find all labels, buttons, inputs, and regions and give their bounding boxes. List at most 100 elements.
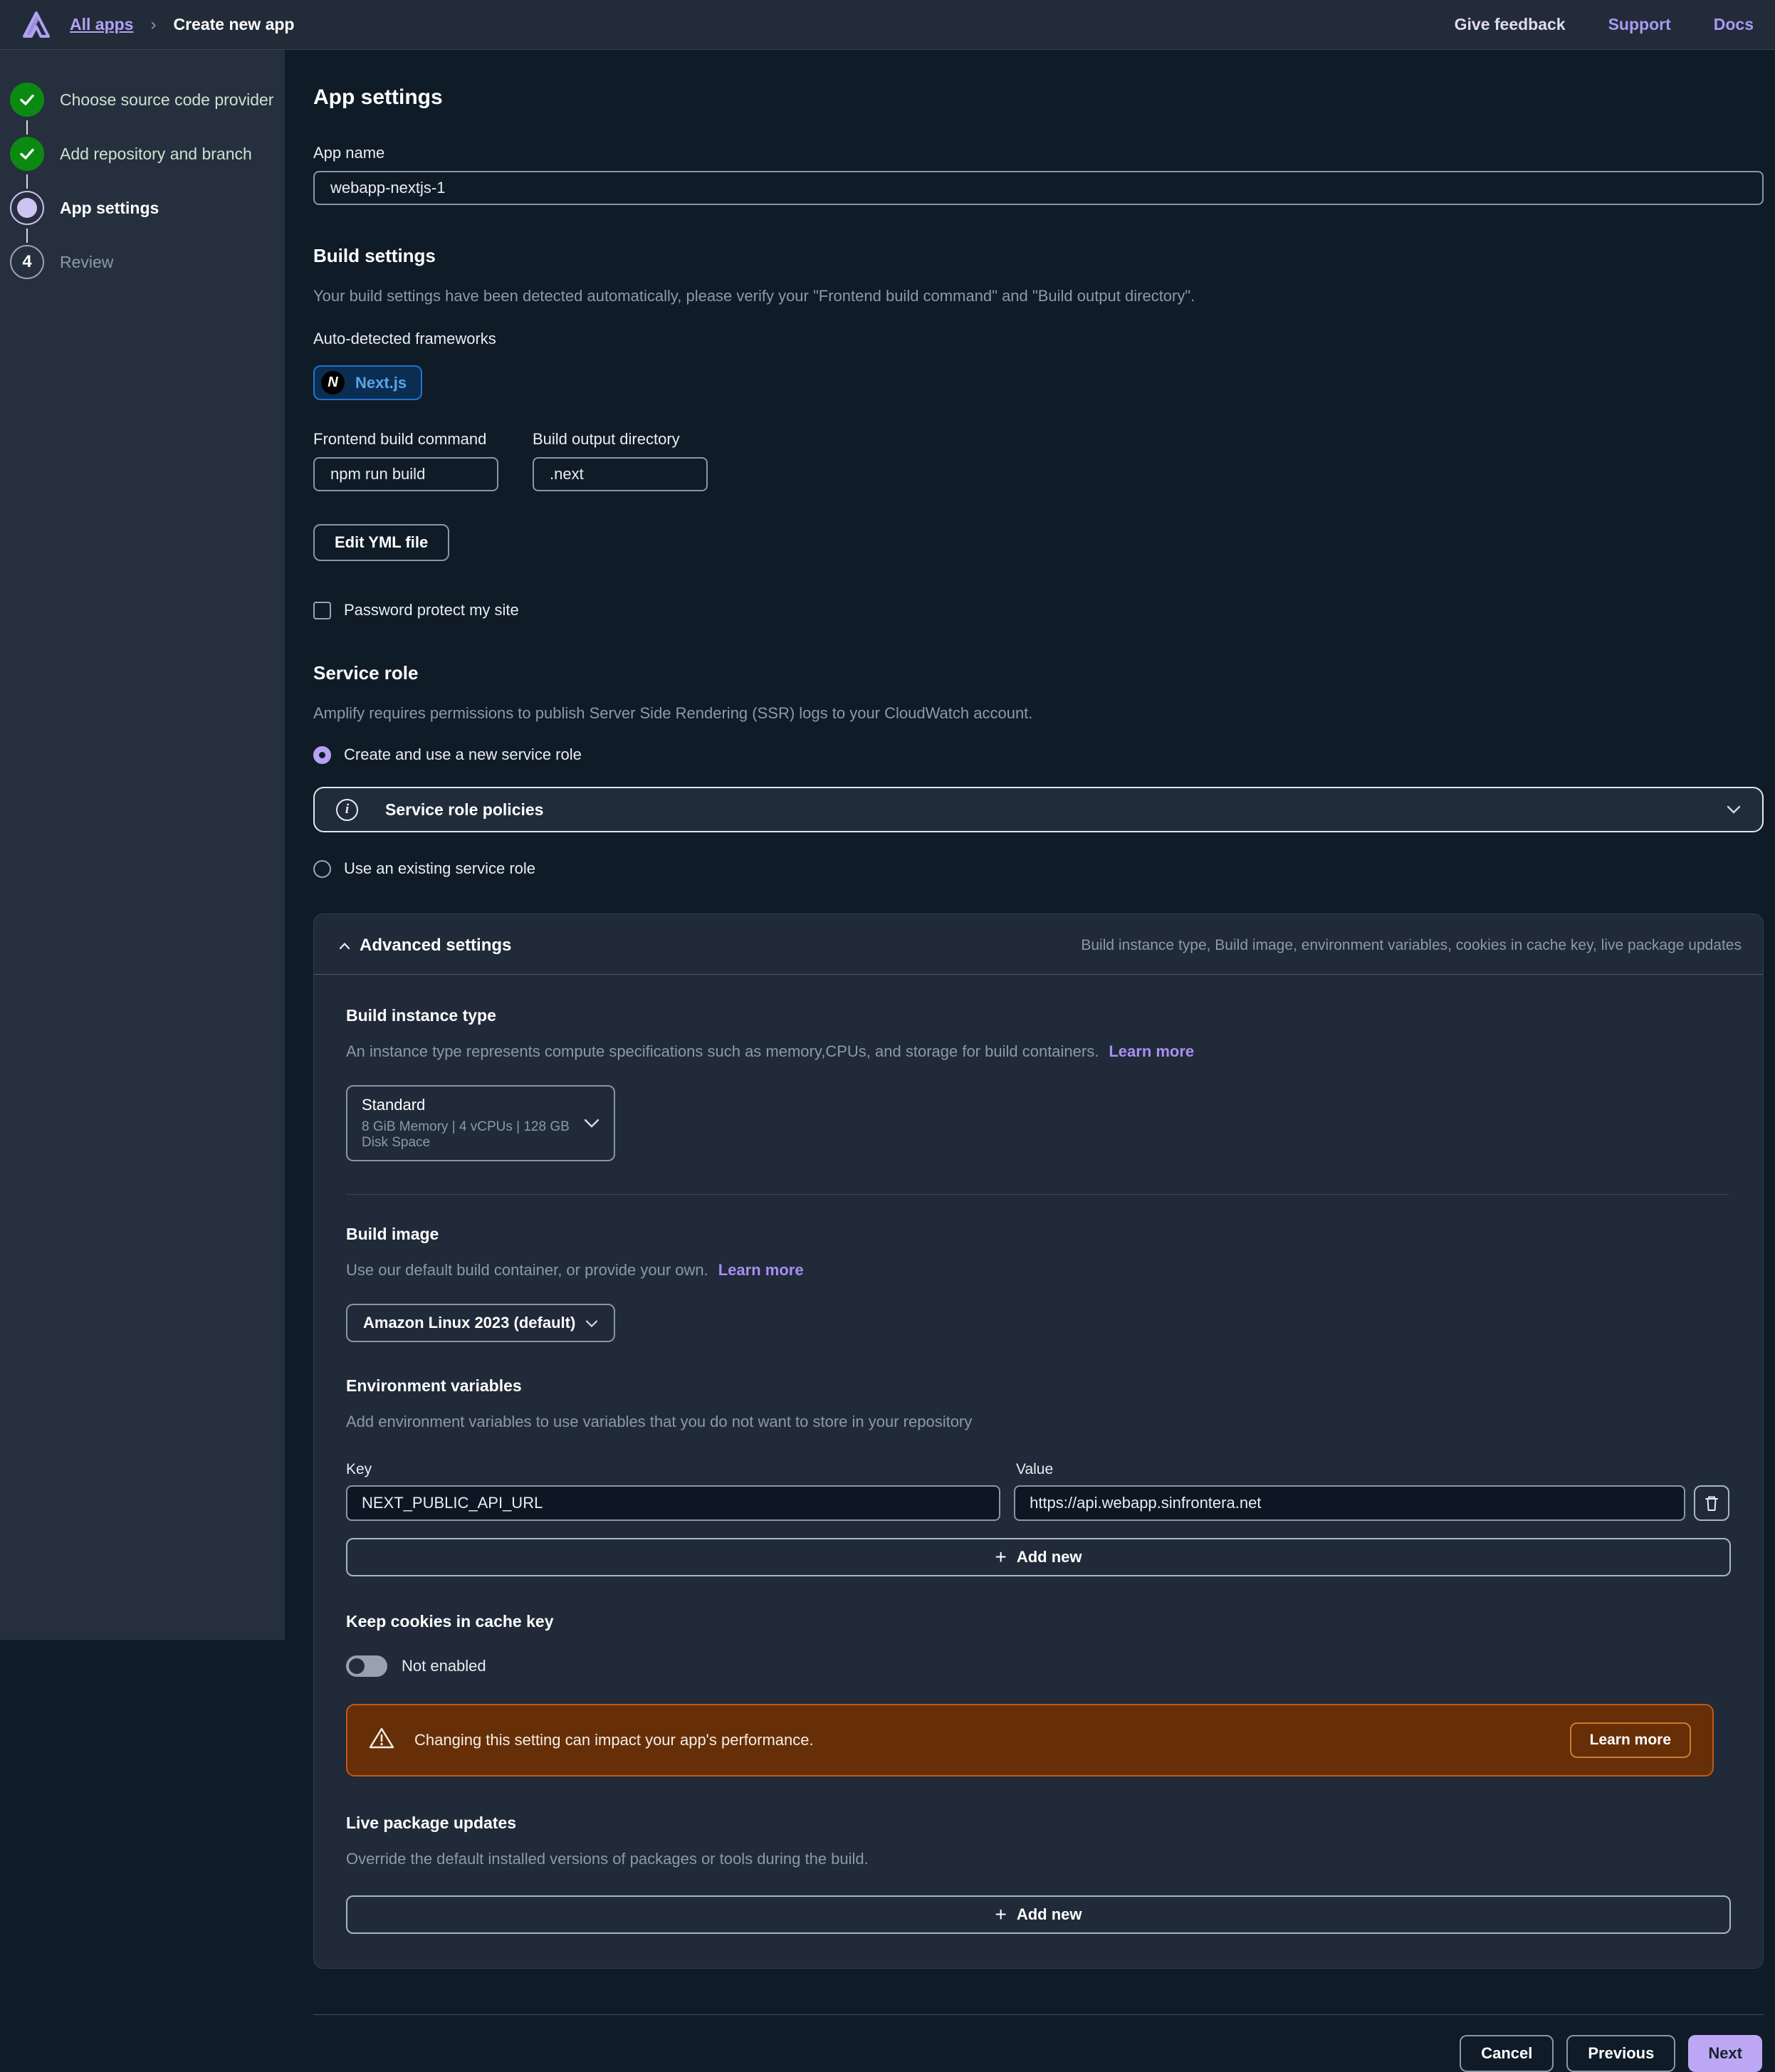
next-button[interactable]: Next <box>1688 2035 1762 2072</box>
docs-link[interactable]: Docs <box>1714 15 1754 34</box>
keep-cookies-toggle[interactable] <box>346 1655 387 1677</box>
keep-cookies-title: Keep cookies in cache key <box>346 1612 1729 1631</box>
build-instance-selected-detail: 8 GiB Memory | 4 vCPUs | 128 GB Disk Spa… <box>362 1119 584 1151</box>
password-protect-checkbox[interactable] <box>313 602 331 619</box>
build-output-directory-input[interactable] <box>533 457 708 491</box>
give-feedback-link[interactable]: Give feedback <box>1455 15 1566 34</box>
cancel-button[interactable]: Cancel <box>1460 2035 1554 2072</box>
build-image-description: Use our default build container, or prov… <box>346 1261 1729 1280</box>
build-instance-selected: Standard 8 GiB Memory | 4 vCPUs | 128 GB… <box>362 1096 584 1151</box>
framework-badge-label: Next.js <box>355 374 407 392</box>
build-instance-type-title: Build instance type <box>346 1006 1729 1025</box>
warning-triangle-icon <box>369 1727 394 1754</box>
service-role-policies-expander[interactable]: i Service role policies <box>313 787 1764 832</box>
build-image-title: Build image <box>346 1225 1729 1244</box>
existing-service-role-radio[interactable] <box>313 860 331 878</box>
advanced-settings-summary: Build instance type, Build image, enviro… <box>1081 937 1742 954</box>
plus-icon: + <box>995 1547 1006 1567</box>
password-protect-row[interactable]: Password protect my site <box>313 601 1764 619</box>
build-output-directory-label: Build output directory <box>533 430 708 449</box>
advanced-settings-body: Build instance type An instance type rep… <box>314 975 1763 1968</box>
new-service-role-option[interactable]: Create and use a new service role <box>313 745 1764 764</box>
wizard-steps-sidebar: Choose source code provider Add reposito… <box>0 50 285 1640</box>
keep-cookies-toggle-row: Not enabled <box>346 1655 1729 1677</box>
new-service-role-label: Create and use a new service role <box>344 745 582 764</box>
build-image-learn-more-link[interactable]: Learn more <box>718 1261 804 1279</box>
previous-button[interactable]: Previous <box>1566 2035 1675 2072</box>
add-package-override-label: Add new <box>1017 1905 1082 1924</box>
step-current-indicator-icon <box>10 191 44 225</box>
step-add-repository[interactable]: Add repository and branch <box>10 137 285 171</box>
env-var-row <box>346 1485 1729 1521</box>
main-content: App settings App name Build settings You… <box>285 50 1775 1640</box>
info-icon: i <box>336 799 358 821</box>
plus-icon: + <box>995 1905 1006 1925</box>
environment-variables-description: Add environment variables to use variabl… <box>346 1413 1729 1431</box>
advanced-settings-title: Advanced settings <box>360 936 511 956</box>
breadcrumb-chevron-icon: › <box>150 15 156 35</box>
service-role-title: Service role <box>313 662 1764 684</box>
edit-yml-file-button[interactable]: Edit YML file <box>313 524 449 561</box>
step-review[interactable]: 4 Review <box>10 245 285 279</box>
build-image-select[interactable]: Amazon Linux 2023 (default) <box>346 1304 615 1342</box>
amplify-logo-icon[interactable] <box>21 10 51 40</box>
build-instance-type-select[interactable]: Standard 8 GiB Memory | 4 vCPUs | 128 GB… <box>346 1085 615 1161</box>
advanced-settings-header[interactable]: Advanced settings Build instance type, B… <box>314 914 1763 974</box>
new-service-role-radio[interactable] <box>313 746 331 764</box>
env-var-column-labels: Key Value <box>346 1461 1729 1478</box>
service-role-description: Amplify requires permissions to publish … <box>313 704 1764 723</box>
chevron-down-icon <box>585 1314 598 1332</box>
password-protect-label: Password protect my site <box>344 601 519 619</box>
frontend-build-command-label: Frontend build command <box>313 430 498 449</box>
existing-service-role-label: Use an existing service role <box>344 859 535 878</box>
step-label: Review <box>60 253 113 272</box>
build-settings-description: Your build settings have been detected a… <box>313 287 1764 305</box>
build-instance-type-description: An instance type represents compute spec… <box>346 1042 1729 1061</box>
warning-learn-more-button[interactable]: Learn more <box>1570 1722 1691 1758</box>
add-env-var-button[interactable]: + Add new <box>346 1538 1731 1576</box>
step-app-settings[interactable]: App settings <box>10 191 285 225</box>
live-package-updates-title: Live package updates <box>346 1814 1729 1833</box>
app-name-input[interactable] <box>313 171 1764 205</box>
trash-icon <box>1703 1494 1720 1512</box>
build-instance-learn-more-link[interactable]: Learn more <box>1109 1042 1194 1060</box>
support-link[interactable]: Support <box>1608 15 1671 34</box>
build-instance-desc-text: An instance type represents compute spec… <box>346 1042 1099 1060</box>
existing-service-role-option[interactable]: Use an existing service role <box>313 859 1764 878</box>
env-value-label: Value <box>1016 1461 1053 1478</box>
top-navigation-bar: All apps › Create new app Give feedback … <box>0 0 1775 50</box>
breadcrumb-all-apps-link[interactable]: All apps <box>70 15 133 34</box>
warning-message: Changing this setting can impact your ap… <box>414 1731 814 1749</box>
nextjs-logo-icon: N <box>321 371 345 394</box>
environment-variables-title: Environment variables <box>346 1376 1729 1396</box>
step-complete-check-icon <box>10 83 44 117</box>
delete-env-var-button[interactable] <box>1694 1485 1729 1521</box>
step-number-badge: 4 <box>10 245 44 279</box>
env-key-input[interactable] <box>346 1485 1000 1521</box>
build-settings-title: Build settings <box>313 245 1764 267</box>
frontend-build-command-field: Frontend build command <box>313 430 498 491</box>
build-image-selected: Amazon Linux 2023 (default) <box>363 1314 575 1332</box>
chevron-down-icon <box>1727 800 1741 819</box>
env-value-input[interactable] <box>1014 1485 1685 1521</box>
step-label: App settings <box>60 199 159 218</box>
frontend-build-command-input[interactable] <box>313 457 498 491</box>
step-label: Add repository and branch <box>60 145 252 164</box>
step-choose-source[interactable]: Choose source code provider <box>10 83 285 117</box>
build-image-desc-text: Use our default build container, or prov… <box>346 1261 708 1279</box>
performance-warning-banner: Changing this setting can impact your ap… <box>346 1704 1714 1777</box>
build-instance-selected-name: Standard <box>362 1096 584 1114</box>
auto-detected-frameworks-label: Auto-detected frameworks <box>313 330 1764 348</box>
nextjs-framework-badge[interactable]: N Next.js <box>313 365 422 400</box>
add-env-var-label: Add new <box>1017 1548 1082 1566</box>
section-divider <box>346 1194 1729 1195</box>
add-package-override-button[interactable]: + Add new <box>346 1895 1731 1934</box>
keep-cookies-toggle-label: Not enabled <box>402 1657 486 1675</box>
step-label: Choose source code provider <box>60 90 273 110</box>
advanced-settings-panel: Advanced settings Build instance type, B… <box>313 914 1764 1969</box>
topbar-links: Give feedback Support Docs <box>1455 15 1754 34</box>
breadcrumb-current: Create new app <box>173 15 294 34</box>
service-role-policies-label: Service role policies <box>385 800 543 820</box>
chevron-up-icon <box>330 938 360 954</box>
app-name-label: App name <box>313 144 1764 162</box>
